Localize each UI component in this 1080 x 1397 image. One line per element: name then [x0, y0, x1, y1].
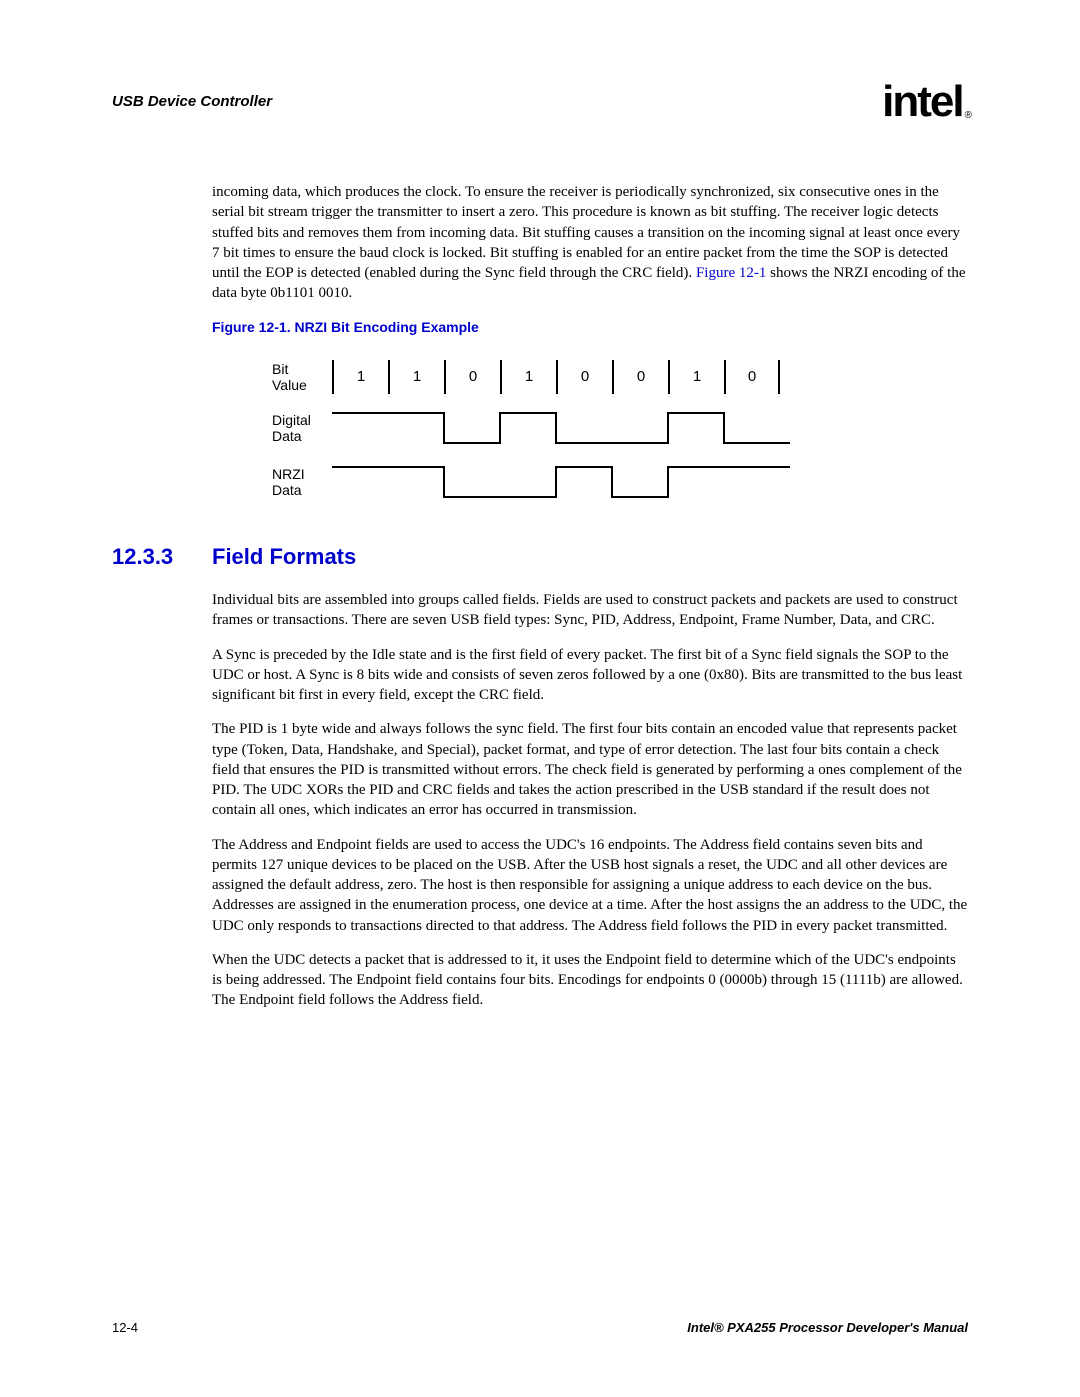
- body-content: incoming data, which produces the clock.…: [212, 182, 968, 502]
- page: USB Device Controller intel® incoming da…: [0, 0, 1080, 1397]
- para-5: When the UDC detects a packet that is ad…: [212, 950, 968, 1011]
- intel-logo: intel®: [882, 80, 968, 124]
- page-number: 12-4: [112, 1319, 138, 1337]
- bit-cell: 1: [332, 360, 388, 394]
- header-title: USB Device Controller: [112, 92, 272, 112]
- bit-cell: 0: [612, 360, 668, 394]
- para-1: Individual bits are assembled into group…: [212, 590, 968, 631]
- bit-value-label: BitValue: [272, 361, 332, 393]
- page-footer: 12-4 Intel® PXA255 Processor Developer's…: [112, 1319, 968, 1337]
- bit-cells: 1 1 0 1 0 0 1 0: [332, 360, 780, 394]
- manual-title: Intel® PXA255 Processor Developer's Manu…: [687, 1319, 968, 1337]
- bit-cell: 1: [500, 360, 556, 394]
- nrzi-data-label: NRZIData: [272, 466, 332, 498]
- para-3: The PID is 1 byte wide and always follow…: [212, 719, 968, 820]
- section-heading: 12.3.3 Field Formats: [112, 542, 968, 572]
- digital-data-row: DigitalData: [272, 408, 968, 448]
- bit-cell: 0: [444, 360, 500, 394]
- para-2: A Sync is preceded by the Idle state and…: [212, 645, 968, 706]
- bit-cell: 0: [724, 360, 780, 394]
- section-title: Field Formats: [212, 542, 356, 572]
- bit-cell: 0: [556, 360, 612, 394]
- nrzi-data-row: NRZIData: [272, 462, 968, 502]
- digital-waveform: [332, 408, 792, 448]
- intro-paragraph: incoming data, which produces the clock.…: [212, 182, 968, 304]
- section-number: 12.3.3: [112, 542, 182, 572]
- registered-mark: ®: [965, 110, 970, 121]
- bit-cell: 1: [668, 360, 724, 394]
- logo-text: intel: [882, 77, 962, 126]
- page-header: USB Device Controller intel®: [112, 80, 968, 124]
- para-4: The Address and Endpoint fields are used…: [212, 835, 968, 936]
- bit-cell: 1: [388, 360, 444, 394]
- figure-caption: Figure 12-1. NRZI Bit Encoding Example: [212, 318, 968, 337]
- bit-value-row: BitValue 1 1 0 1 0 0 1 0: [272, 360, 968, 394]
- nrzi-waveform: [332, 462, 792, 502]
- digital-data-label: DigitalData: [272, 412, 332, 444]
- section-body: Individual bits are assembled into group…: [212, 590, 968, 1011]
- nrzi-figure: BitValue 1 1 0 1 0 0 1 0 DigitalData: [272, 360, 968, 502]
- figure-xref[interactable]: Figure 12-1: [696, 265, 766, 281]
